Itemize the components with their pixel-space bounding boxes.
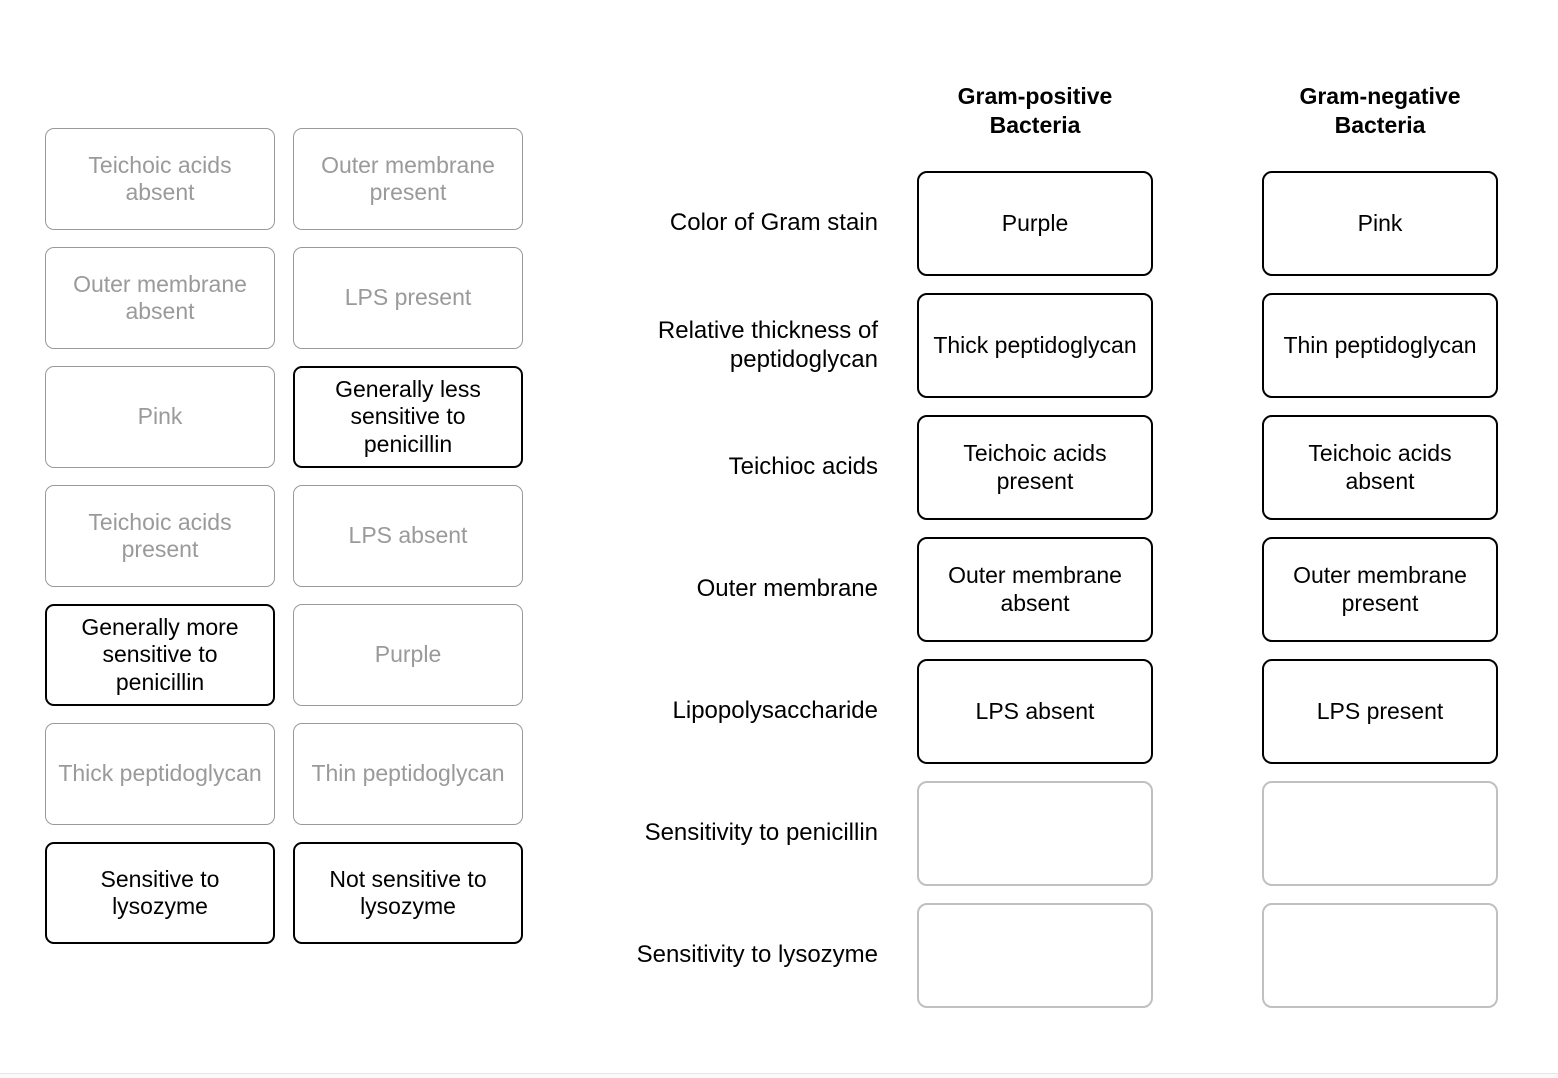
row-label: Sensitivity to lysozyme [636,941,878,969]
answer-slot-filled[interactable]: Outer membrane absent [917,537,1153,642]
answer-tile-label: Not sensitive to lysozyme [329,865,487,919]
answer-slot-filled[interactable]: Thick peptidoglycan [917,293,1153,398]
answer-tile: Outer membrane absent [45,247,275,349]
answer-slot-filled[interactable]: Outer membrane present [1262,537,1498,642]
row-label: Outer membrane [696,575,878,603]
column-header-gram-negative: Gram-negative Bacteria [1299,83,1461,139]
answer-slot-filled[interactable]: Purple [917,171,1153,276]
table-row: Relative thickness of peptidoglycan Thick… [600,293,1510,398]
answer-tile-label: Outer membrane present [321,151,495,205]
answer-tile-label: Sensitive to lysozyme [100,865,220,919]
answer-tile-label: Generally less sensitive to penicillin [335,376,481,457]
answer-slot-label: Pink [1357,209,1403,236]
table-row: Color of Gram stain Purple Pink [600,171,1510,276]
answer-slot-label: Thin peptidoglycan [1283,331,1477,358]
answer-slot-label: Thick peptidoglycan [933,331,1137,358]
row-label: Relative thickness of peptidoglycan [657,316,878,373]
answer-slot-label: LPS present [1316,697,1444,724]
table-row: Sensitivity to lysozyme [600,903,1510,1008]
answer-tile-label: Pink [137,403,183,430]
answer-tile: LPS absent [293,485,523,587]
answer-tile: Thin peptidoglycan [293,723,523,825]
answer-tile-label: Generally more sensitive to penicillin [81,614,239,695]
answer-tile[interactable]: Generally less sensitive to penicillin [293,366,523,468]
answer-slot-label: Purple [1001,209,1069,236]
answer-slot-label: Teichoic acids present [963,439,1107,494]
answer-tile-label: Outer membrane absent [73,270,247,324]
answer-slot-label: Outer membrane present [1293,561,1467,616]
answer-slot-label: LPS absent [975,697,1095,724]
answer-slot-label: Outer membrane absent [948,561,1122,616]
answer-tile-label: Thin peptidoglycan [311,760,505,787]
answer-tile-label: Purple [374,641,442,668]
table-row: Lipopolysaccharide LPS absent LPS present [600,659,1510,764]
exercise-canvas: Teichoic acids absent Outer membrane abse… [0,0,1558,1078]
comparison-table: Gram-positive Bacteria Gram-negative Bac… [600,60,1510,1020]
answer-tile: LPS present [293,247,523,349]
table-row: Outer membrane Outer membrane absent Outer… [600,537,1510,642]
answer-slot-filled[interactable]: Teichoic acids absent [1262,415,1498,520]
answer-tile: Pink [45,366,275,468]
answer-tile-label: Thick peptidoglycan [58,760,262,787]
answer-tile-label: LPS present [344,284,472,311]
answer-tile[interactable]: Sensitive to lysozyme [45,842,275,944]
answer-slot-filled[interactable]: Pink [1262,171,1498,276]
answer-slot-empty[interactable] [917,903,1153,1008]
answer-tile-label: LPS absent [348,522,468,549]
answer-slot-label: Teichoic acids absent [1308,439,1452,494]
answer-tile: Outer membrane present [293,128,523,230]
row-label: Sensitivity to penicillin [644,819,878,847]
row-label: Teichioc acids [728,453,878,481]
answer-slot-empty[interactable] [1262,781,1498,886]
answer-slot-filled[interactable]: Thin peptidoglycan [1262,293,1498,398]
answer-tile: Purple [293,604,523,706]
answer-tile: Teichoic acids present [45,485,275,587]
column-header-gram-positive: Gram-positive Bacteria [957,83,1113,139]
answer-slot-filled[interactable]: LPS absent [917,659,1153,764]
table-row: Sensitivity to penicillin [600,781,1510,886]
answer-tile: Thick peptidoglycan [45,723,275,825]
answer-slot-empty[interactable] [917,781,1153,886]
table-row: Teichioc acids Teichoic acids present Teic… [600,415,1510,520]
answer-tile-label: Teichoic acids absent [88,151,232,205]
row-label: Color of Gram stain [669,209,878,237]
answer-tile: Teichoic acids absent [45,128,275,230]
row-label: Lipopolysaccharide [672,697,878,725]
answer-slot-filled[interactable]: LPS present [1262,659,1498,764]
answer-bank-column-right: Outer membrane present LPS present General… [293,128,523,961]
answer-tile[interactable]: Generally more sensitive to penicillin [45,604,275,706]
answer-tile-label: Teichoic acids present [88,508,232,562]
page-bottom-strip [0,1074,1558,1078]
answer-tile[interactable]: Not sensitive to lysozyme [293,842,523,944]
answer-slot-empty[interactable] [1262,903,1498,1008]
answer-slot-filled[interactable]: Teichoic acids present [917,415,1153,520]
answer-bank-column-left: Teichoic acids absent Outer membrane abse… [45,128,275,961]
